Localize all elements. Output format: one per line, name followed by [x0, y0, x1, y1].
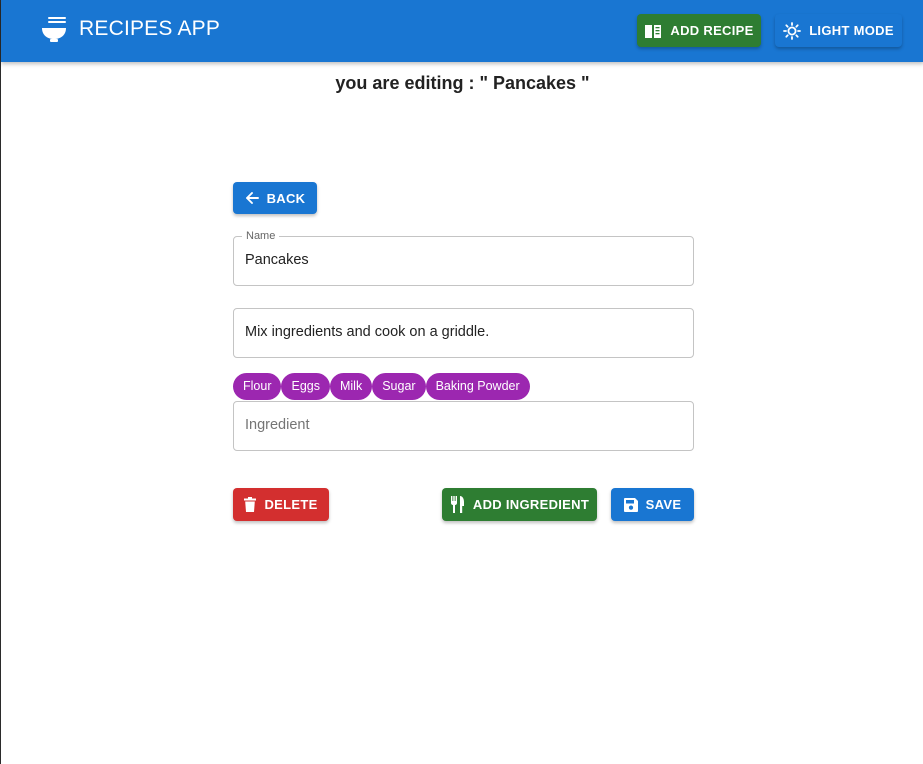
instructions-field-value: Mix ingredients and cook on a griddle. — [245, 324, 490, 340]
light-mode-button[interactable]: LIGHT MODE — [775, 14, 902, 47]
brand[interactable]: RECIPES APP — [39, 14, 220, 44]
page: RECIPES APP ADD RECIPE LIGHT MODE you ar… — [0, 0, 923, 764]
name-field-value: Pancakes — [245, 252, 309, 268]
name-field-label: Name — [242, 230, 280, 242]
app-bar: RECIPES APP ADD RECIPE LIGHT MODE — [1, 0, 923, 62]
ingredient-chips: Flour Eggs Milk Sugar Baking Powder — [233, 373, 530, 400]
trash-icon — [244, 497, 257, 512]
menu-book-icon — [645, 24, 662, 38]
app-title: RECIPES APP — [79, 17, 221, 40]
add-ingredient-label: ADD INGREDIENT — [472, 497, 590, 512]
add-recipe-button[interactable]: ADD RECIPE — [637, 14, 761, 47]
delete-label: DELETE — [264, 497, 318, 512]
name-field[interactable]: Name Pancakes — [233, 230, 694, 286]
add-recipe-label: ADD RECIPE — [670, 23, 754, 38]
save-button[interactable]: SAVE — [611, 488, 694, 521]
delete-button[interactable]: DELETE — [233, 488, 329, 521]
floppy-disk-icon — [623, 497, 638, 512]
ingredient-chip[interactable]: Sugar — [372, 373, 426, 400]
fork-knife-icon — [450, 496, 464, 513]
save-label: SAVE — [645, 497, 682, 512]
instructions-field[interactable]: Mix ingredients and cook on a griddle. — [233, 308, 694, 358]
light-mode-label: LIGHT MODE — [809, 23, 894, 38]
editing-title: you are editing : " Pancakes " — [335, 73, 590, 93]
ingredient-chip[interactable]: Baking Powder — [425, 373, 530, 400]
ingredient-chip[interactable]: Eggs — [281, 373, 330, 400]
arrow-left-icon — [245, 192, 259, 204]
add-ingredient-button[interactable]: ADD INGREDIENT — [442, 488, 597, 521]
back-button[interactable]: BACK — [233, 182, 317, 214]
ingredient-chip[interactable]: Milk — [329, 373, 373, 400]
ingredient-input[interactable]: Ingredient — [233, 401, 694, 451]
ingredient-chip[interactable]: Flour — [233, 373, 282, 400]
noodle-bowl-icon — [42, 17, 66, 42]
ingredient-input-placeholder: Ingredient — [245, 417, 310, 433]
back-label: BACK — [266, 190, 306, 206]
sun-icon — [783, 21, 802, 40]
